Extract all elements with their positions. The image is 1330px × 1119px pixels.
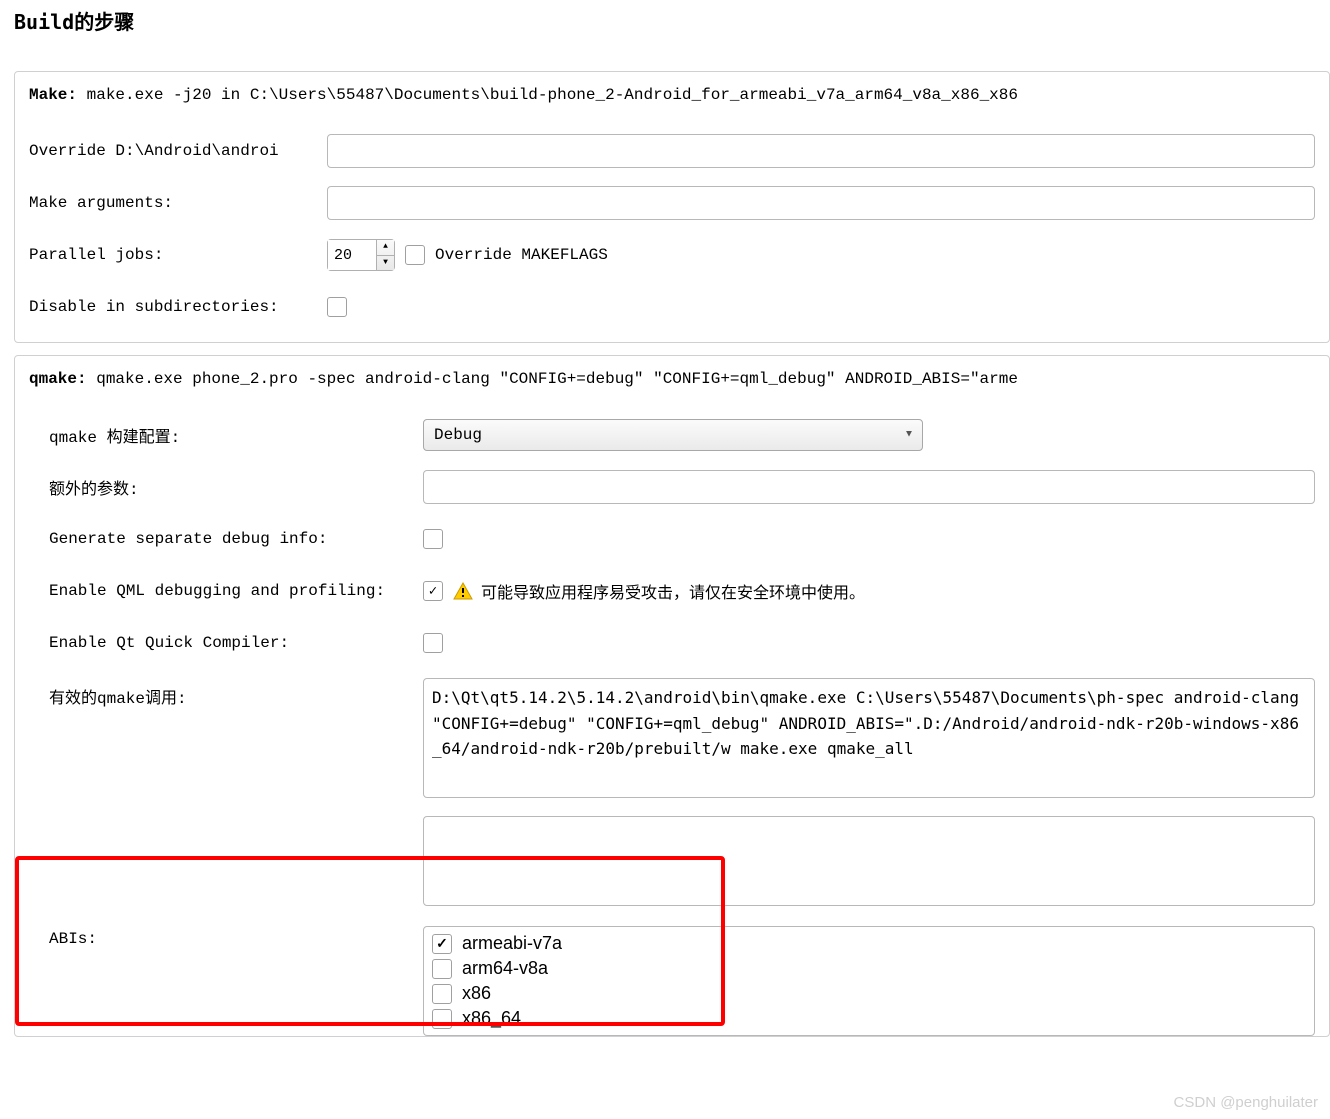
quick-compiler-checkbox[interactable] [423,633,443,653]
make-panel-header: Make: make.exe -j20 in C:\Users\55487\Do… [29,86,1315,104]
abi-option-label: x86_64 [462,1008,521,1029]
spin-down-icon[interactable]: ▼ [377,255,394,271]
abi-option-label: x86 [462,983,491,1004]
abi-x86-64-checkbox[interactable] [432,1009,452,1029]
effective-call-label: 有效的qmake调用: [49,678,423,708]
quick-compiler-label: Enable Qt Quick Compiler: [49,634,423,652]
override-makeflags-label: Override MAKEFLAGS [435,246,608,264]
disable-subdir-label: Disable in subdirectories: [29,298,327,316]
abis-label: ABIs: [49,924,423,948]
override-makeflags-checkbox[interactable] [405,245,425,265]
extra-params-input[interactable] [423,470,1315,504]
abi-option-label: armeabi-v7a [462,933,562,954]
spin-up-icon[interactable]: ▲ [377,240,394,255]
qml-debug-label: Enable QML debugging and profiling: [49,582,423,600]
abi-x86-checkbox[interactable] [432,984,452,1004]
parallel-jobs-input[interactable] [328,240,376,270]
abi-arm64-v8a-checkbox[interactable] [432,959,452,979]
disable-subdir-checkbox[interactable] [327,297,347,317]
effective-call-textarea[interactable]: D:\Qt\qt5.14.2\5.14.2\android\bin\qmake.… [423,678,1315,798]
make-args-input[interactable] [327,186,1315,220]
build-config-label: qmake 构建配置: [49,423,423,447]
override-input[interactable] [327,134,1315,168]
extra-params-label: 额外的参数: [49,475,423,499]
qmake-header-text: qmake.exe phone_2.pro -spec android-clan… [87,370,1018,388]
qmake-panel-header: qmake: qmake.exe phone_2.pro -spec andro… [29,370,1315,388]
qml-debug-checkbox[interactable] [423,581,443,601]
parallel-jobs-label: Parallel jobs: [29,246,327,264]
override-label: Override D:\Android\androi [29,142,327,160]
abis-options-box: armeabi-v7a arm64-v8a x86 x86_64 [423,926,1315,1036]
qml-debug-warning-text: 可能导致应用程序易受攻击，请仅在安全环境中使用。 [481,579,865,603]
gen-debug-info-checkbox[interactable] [423,529,443,549]
make-args-label: Make arguments: [29,194,327,212]
watermark: CSDN @penghuilater [1174,1094,1318,1111]
parallel-jobs-spinbox[interactable]: ▲ ▼ [327,239,395,271]
empty-textarea[interactable] [423,816,1315,906]
page-title: Build的步骤 [14,6,1330,35]
make-panel: Make: make.exe -j20 in C:\Users\55487\Do… [14,71,1330,343]
build-config-select[interactable]: Debug [423,419,923,451]
empty-section-label [49,816,423,822]
make-header-text: make.exe -j20 in C:\Users\55487\Document… [77,86,1018,104]
build-config-value: Debug [434,426,482,444]
abi-option-label: arm64-v8a [462,958,548,979]
warning-icon [453,581,473,601]
gen-debug-info-label: Generate separate debug info: [49,530,423,548]
make-header-label: Make: [29,86,77,104]
qmake-panel: qmake: qmake.exe phone_2.pro -spec andro… [14,355,1330,1037]
abi-armeabi-v7a-checkbox[interactable] [432,934,452,954]
qmake-header-label: qmake: [29,370,87,388]
